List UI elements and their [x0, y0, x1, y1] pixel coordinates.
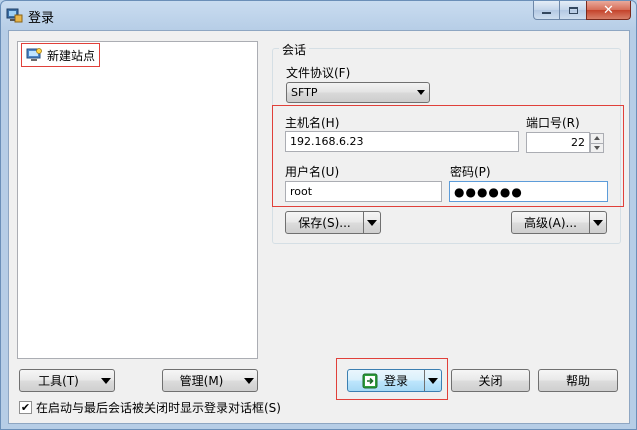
port-label: 端口号(R): [526, 116, 580, 130]
show-login-label: 在启动与最后会话被关闭时显示登录对话框(S): [36, 401, 281, 415]
chevron-down-icon: [243, 377, 254, 384]
window-controls: ✕: [533, 1, 631, 21]
help-label: 帮助: [565, 374, 590, 388]
port-increment[interactable]: [590, 133, 604, 144]
maximize-button[interactable]: [560, 1, 586, 20]
user-input[interactable]: root: [285, 181, 442, 202]
login-dropdown[interactable]: [424, 370, 441, 391]
close-button[interactable]: 关闭: [451, 369, 530, 392]
show-login-dialog-option[interactable]: ✔ 在启动与最后会话被关闭时显示登录对话框(S): [19, 399, 281, 416]
protocol-value: SFTP: [291, 86, 318, 99]
password-value: ●●●●●●: [454, 184, 523, 199]
save-button[interactable]: 保存(S)...: [285, 211, 381, 234]
computer-icon: [26, 48, 42, 61]
tools-button[interactable]: 工具(T): [19, 369, 115, 392]
host-input[interactable]: 192.168.6.23: [285, 131, 519, 152]
port-input[interactable]: 22: [526, 132, 590, 153]
window-title: 登录: [28, 11, 55, 26]
minimize-icon: [542, 12, 551, 14]
close-label: 关闭: [478, 374, 503, 388]
advanced-button[interactable]: 高级(A)...: [511, 211, 607, 234]
login-icon: [362, 373, 378, 388]
chevron-down-icon: [417, 90, 425, 95]
close-icon: ✕: [603, 2, 614, 18]
help-button[interactable]: 帮助: [538, 369, 618, 392]
manage-dropdown[interactable]: [240, 370, 257, 391]
chevron-down-icon: [428, 377, 438, 384]
advanced-label: 高级(A)...: [523, 216, 578, 230]
app-icon: [6, 8, 23, 23]
host-value: 192.168.6.23: [290, 135, 364, 148]
manage-label: 管理(M): [179, 374, 224, 388]
password-input[interactable]: ●●●●●●: [449, 181, 608, 202]
chevron-down-icon: [100, 377, 111, 384]
login-window: 登录 ✕ 新建站点 会话 文件协议(F) SFTP 主机名(H) 192.168…: [0, 0, 637, 430]
port-value: 22: [571, 136, 585, 149]
manage-button[interactable]: 管理(M): [162, 369, 258, 392]
show-login-checkbox[interactable]: ✔: [19, 401, 32, 414]
site-item-new-site[interactable]: 新建站点: [20, 43, 101, 67]
login-button[interactable]: 登录: [347, 369, 442, 392]
tools-label: 工具(T): [38, 374, 79, 388]
save-label: 保存(S)...: [298, 216, 351, 230]
user-label: 用户名(U): [285, 165, 340, 179]
minimize-button[interactable]: [533, 1, 560, 20]
save-dropdown[interactable]: [363, 212, 380, 233]
dialog-client-area: 新建站点 会话 文件协议(F) SFTP 主机名(H) 192.168.6.23…: [8, 30, 630, 424]
arrow-down-icon: [594, 145, 600, 150]
user-value: root: [290, 185, 313, 198]
login-label: 登录: [384, 374, 409, 388]
session-group-title: 会话: [279, 41, 310, 58]
port-decrement[interactable]: [590, 143, 604, 153]
advanced-dropdown[interactable]: [589, 212, 606, 233]
protocol-select[interactable]: SFTP: [286, 82, 430, 103]
password-label: 密码(P): [450, 165, 491, 179]
close-window-button[interactable]: ✕: [586, 1, 631, 20]
maximize-icon: [568, 6, 578, 14]
title-bar[interactable]: 登录 ✕: [1, 1, 636, 29]
new-site-label: 新建站点: [47, 48, 96, 63]
site-tree[interactable]: 新建站点: [17, 41, 258, 359]
chevron-down-icon: [367, 219, 377, 226]
protocol-label: 文件协议(F): [286, 66, 351, 80]
arrow-up-icon: [594, 136, 600, 141]
chevron-down-icon: [593, 219, 603, 226]
port-stepper[interactable]: [590, 133, 604, 153]
checkmark-icon: ✔: [20, 401, 31, 414]
host-label: 主机名(H): [285, 116, 340, 130]
tools-dropdown[interactable]: [97, 370, 114, 391]
